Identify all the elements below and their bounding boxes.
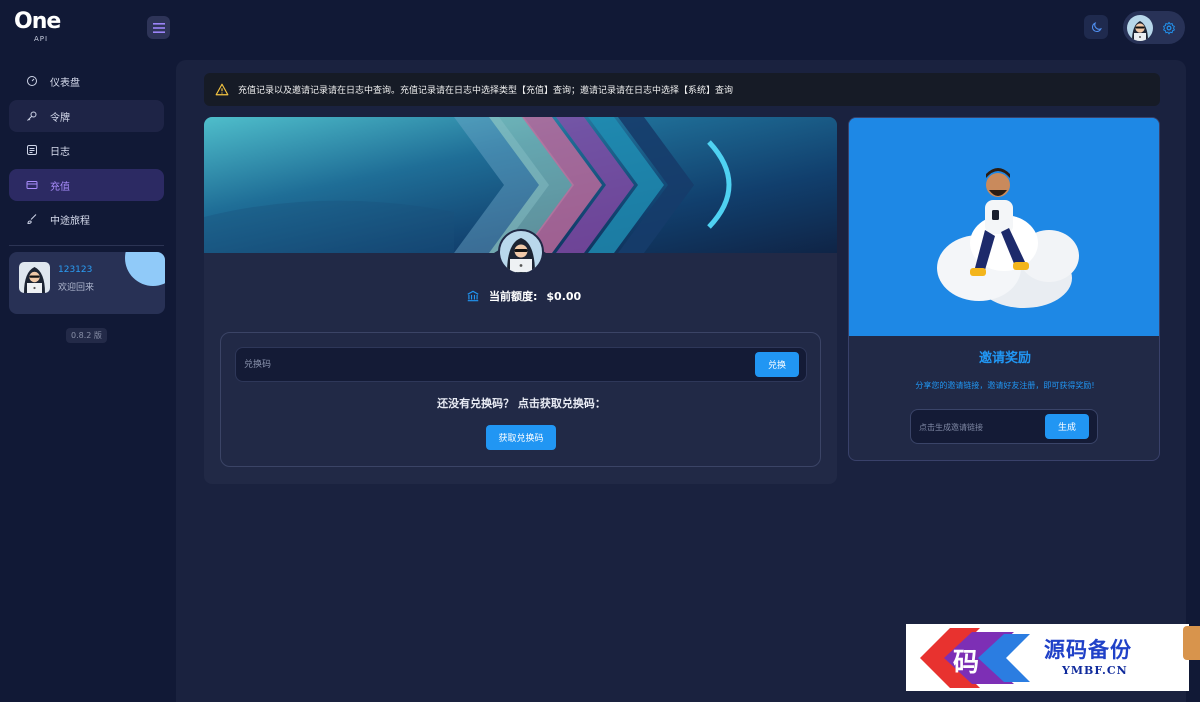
- no-code-text: 还没有兑换码？ 点击获取兑换码：: [437, 397, 606, 410]
- invite-link-field: 生成: [910, 409, 1098, 444]
- invite-illustration: [849, 118, 1159, 336]
- invite-link-input[interactable]: [919, 419, 1039, 435]
- hamburger-icon: [152, 22, 165, 33]
- sidebar-item-dashboard[interactable]: 仪表盘: [9, 65, 164, 97]
- hacker-avatar-icon: [1132, 20, 1148, 41]
- avatar: [1127, 14, 1153, 41]
- topup-card: 当前额度: $0.00 兑换 还没有兑换码？ 点击获取兑换码： 获取兑换码: [204, 117, 837, 484]
- welcome-text: 欢迎回来: [58, 283, 95, 293]
- hacker-avatar-icon: [507, 238, 535, 273]
- decorative-blob: [125, 252, 165, 286]
- credit-card-icon: [25, 178, 39, 192]
- watermark: 码 源码备份 YMBF.CN: [906, 624, 1189, 691]
- watermark-glyph: 码: [953, 648, 980, 678]
- app-logo[interactable]: One API: [14, 10, 74, 46]
- menu-toggle-button[interactable]: [147, 16, 170, 39]
- logo-text: One: [14, 9, 61, 34]
- alert-text: 充值记录以及邀请记录请在日志中查询。充值记录请在日志中选择类型【充值】查询；邀请…: [238, 86, 734, 96]
- logo-subtext: API: [33, 35, 49, 43]
- profile-menu-button[interactable]: [1123, 11, 1185, 44]
- dashboard-icon: [25, 74, 39, 88]
- user-card[interactable]: 123123 欢迎回来: [9, 252, 165, 314]
- sidebar-item-label: 中途旅程: [50, 215, 90, 227]
- hacker-avatar-icon: [24, 267, 45, 293]
- watermark-subtitle: YMBF.CN: [1062, 664, 1128, 677]
- info-alert: 充值记录以及邀请记录请在日志中查询。充值记录请在日志中选择类型【充值】查询；邀请…: [204, 73, 1160, 106]
- theme-toggle-button[interactable]: [1084, 15, 1108, 39]
- bank-icon: [467, 290, 479, 302]
- version-badge: 0.8.2 版: [66, 328, 107, 343]
- sidebar-item-topup[interactable]: 充值: [9, 169, 164, 201]
- avatar: [498, 229, 544, 275]
- redeem-field: 兑换: [235, 347, 807, 382]
- redeem-section: 兑换 还没有兑换码？ 点击获取兑换码： 获取兑换码: [220, 332, 821, 467]
- watermark-tab: [1183, 626, 1200, 660]
- main-content: 充值记录以及邀请记录请在日志中查询。充值记录请在日志中选择类型【充值】查询；邀请…: [176, 60, 1186, 702]
- log-icon: [25, 143, 39, 157]
- brush-icon: [25, 212, 39, 226]
- generate-link-button[interactable]: 生成: [1045, 414, 1089, 439]
- sidebar-item-midjourney[interactable]: 中途旅程: [9, 203, 164, 235]
- avatar: [19, 262, 50, 293]
- sidebar-item-label: 充值: [50, 181, 70, 193]
- watermark-title: 源码备份: [1044, 637, 1132, 662]
- invite-description: 分享您的邀请链接，邀请好友注册，即可获得奖励!: [915, 381, 1095, 390]
- sidebar-item-tokens[interactable]: 令牌: [9, 100, 164, 132]
- gear-icon: [1163, 21, 1175, 35]
- user-name: 123123: [58, 265, 93, 275]
- sidebar: 仪表盘 令牌 日志 充值 中途旅程 123123 欢迎回来 0.8.2 版: [0, 60, 176, 702]
- invite-card: 邀请奖励 分享您的邀请链接，邀请好友注册，即可获得奖励! 生成: [848, 117, 1160, 461]
- moon-icon: [1091, 21, 1102, 32]
- sidebar-item-label: 仪表盘: [50, 77, 80, 89]
- invite-title: 邀请奖励: [978, 351, 1031, 366]
- redeem-code-input[interactable]: [244, 357, 684, 373]
- redeem-button[interactable]: 兑换: [755, 352, 799, 377]
- sidebar-item-label: 令牌: [50, 112, 70, 124]
- warning-icon: [215, 83, 229, 96]
- key-icon: [25, 109, 39, 123]
- quota-label: 当前额度:: [489, 290, 538, 303]
- sidebar-item-logs[interactable]: 日志: [9, 134, 164, 166]
- quota-value: $0.00: [546, 289, 582, 303]
- get-code-button[interactable]: 获取兑换码: [486, 425, 556, 450]
- sidebar-divider: [9, 245, 164, 246]
- quota-display: 当前额度: $0.00: [466, 288, 581, 304]
- sidebar-item-label: 日志: [50, 146, 70, 158]
